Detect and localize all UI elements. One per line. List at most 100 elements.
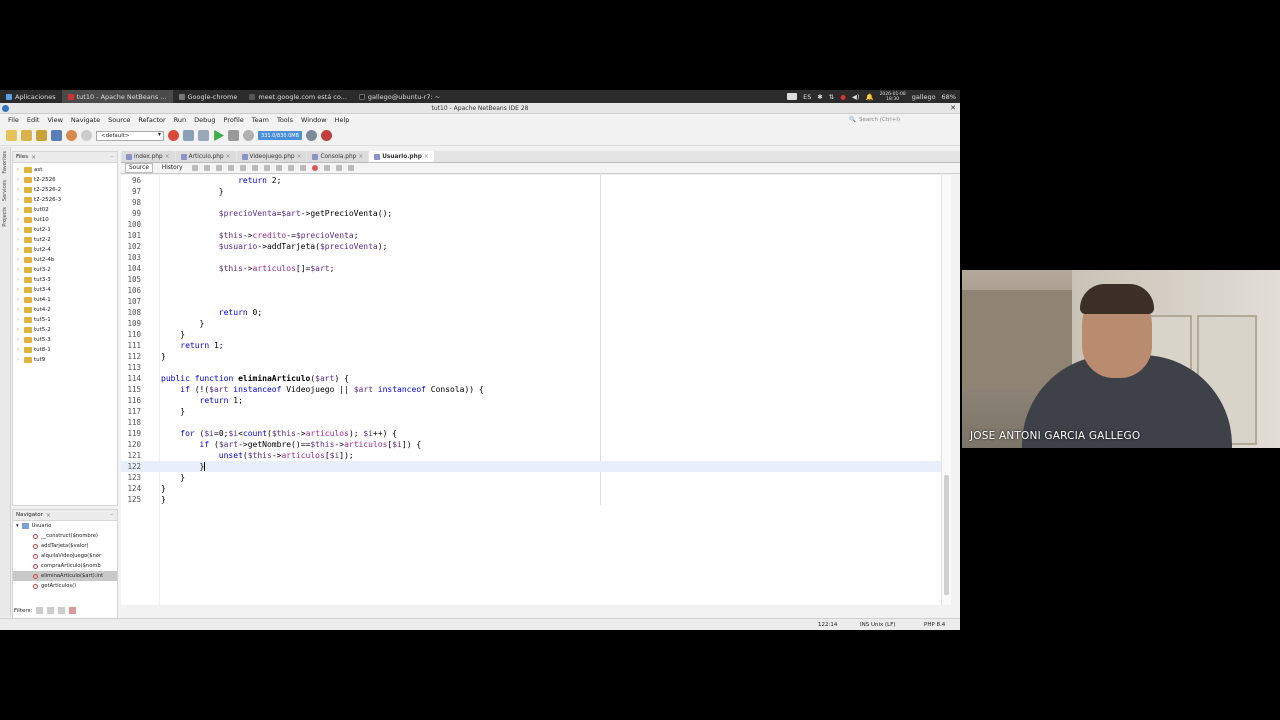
code-area[interactable]: 96 return 2; 97 } 98 99 $precioVenta=$art->… <box>121 175 951 605</box>
file-tree-item[interactable]: › t2-2526-2 <box>13 185 117 195</box>
navigator-member[interactable]: addTarjeta($valor) <box>13 541 117 551</box>
shift-right-icon[interactable] <box>299 165 306 171</box>
code-line[interactable]: 112} <box>121 351 951 362</box>
file-tree-item[interactable]: › tut2-1 <box>13 225 117 235</box>
code-line[interactable]: 104 $this->articulos[]=$art; <box>121 263 951 274</box>
navigator-member[interactable]: getArticulos() <box>13 581 117 591</box>
close-tab-icon[interactable]: × <box>165 154 170 160</box>
code-line[interactable]: 100 <box>121 219 951 230</box>
sidestrip-favorites[interactable]: Favorites <box>2 151 8 174</box>
menu-refactor[interactable]: Refactor <box>134 116 169 124</box>
menu-file[interactable]: File <box>4 116 23 124</box>
shift-left-icon[interactable] <box>287 165 294 171</box>
code-line[interactable]: 120 if ($art->getNombre()==$this->articu… <box>121 439 951 450</box>
file-tree-item[interactable]: › tut2-2 <box>13 235 117 245</box>
new-file-icon[interactable] <box>21 130 32 141</box>
network-icon[interactable]: ⇅ <box>829 93 834 101</box>
stop-macro-icon[interactable] <box>323 165 330 171</box>
source-tab[interactable]: Source <box>125 163 153 173</box>
code-line[interactable]: 118 <box>121 417 951 428</box>
file-tree-item[interactable]: › tut02 <box>13 205 117 215</box>
file-tree-item[interactable]: › tut5-2 <box>13 325 117 335</box>
editor-tab[interactable]: Usuario.php × <box>369 151 434 162</box>
window-close-icon[interactable]: ✕ <box>950 104 956 112</box>
expand-icon[interactable]: › <box>17 287 22 293</box>
expand-icon[interactable]: › <box>17 207 22 213</box>
expand-icon[interactable]: › <box>17 317 22 323</box>
redo-icon[interactable] <box>81 130 92 141</box>
back-icon[interactable] <box>203 165 210 171</box>
navigator-member[interactable]: eliminaArticulo($art):int <box>13 571 117 581</box>
file-tree-item[interactable]: › tut2-4b <box>13 255 117 265</box>
close-tab-icon[interactable]: × <box>358 154 363 160</box>
code-line[interactable]: 125} <box>121 494 951 505</box>
scroll-thumb[interactable] <box>944 475 949 595</box>
navigator-member[interactable]: __construct($nombre) <box>13 531 117 541</box>
menu-debug[interactable]: Debug <box>190 116 219 124</box>
file-tree-item[interactable]: › t2-2526-3 <box>13 195 117 205</box>
filter-inherited-icon[interactable] <box>69 607 77 614</box>
files-panel-title[interactable]: Files <box>16 154 28 160</box>
file-tree-item[interactable]: › tut10 <box>13 215 117 225</box>
code-line[interactable]: 97 } <box>121 186 951 197</box>
new-project-icon[interactable] <box>6 130 17 141</box>
volume-icon[interactable]: ◀) <box>852 93 860 101</box>
expand-icon[interactable]: › <box>17 217 22 223</box>
notification-icon[interactable]: 🔔 <box>865 93 873 101</box>
menu-window[interactable]: Window <box>297 116 331 124</box>
close-icon[interactable]: × <box>46 512 51 519</box>
php-version[interactable]: PHP 8.4 <box>924 622 945 628</box>
expand-icon[interactable]: › <box>17 277 22 283</box>
taskbar-chrome[interactable]: Google-chrome <box>173 90 244 103</box>
run-icon[interactable] <box>214 130 224 141</box>
file-tree-item[interactable]: › tut5-1 <box>13 315 117 325</box>
apps-menu-button[interactable]: Aplicaciones <box>0 90 62 103</box>
close-tab-icon[interactable]: × <box>226 154 231 160</box>
expand-icon[interactable]: › <box>17 347 22 353</box>
save-all-icon[interactable] <box>51 130 62 141</box>
clock[interactable]: 2026-01-08 18:30 <box>880 92 906 102</box>
clean-build-icon[interactable] <box>198 130 209 141</box>
file-tree-item[interactable]: › tut3-4 <box>13 285 117 295</box>
expand-icon[interactable]: › <box>17 257 22 263</box>
uncomment-icon[interactable] <box>347 165 354 171</box>
file-tree-item[interactable]: › ast <box>13 165 117 175</box>
code-line[interactable]: 122 } <box>121 461 951 472</box>
open-project-icon[interactable] <box>36 130 47 141</box>
filter-fields-icon[interactable] <box>36 607 44 614</box>
expand-icon[interactable]: › <box>17 297 22 303</box>
profile-icon[interactable] <box>243 130 254 141</box>
code-line[interactable]: 107 <box>121 296 951 307</box>
menu-help[interactable]: Help <box>331 116 354 124</box>
code-line[interactable]: 119 for ($i=0;$i<count($this->articulos)… <box>121 428 951 439</box>
code-line[interactable]: 117 } <box>121 406 951 417</box>
expand-icon[interactable]: › <box>17 267 22 273</box>
record-icon[interactable]: ● <box>840 93 846 101</box>
insert-mode[interactable]: INS Unix (LF) <box>860 622 896 628</box>
taskbar-meet[interactable]: meet.google.com está co... <box>243 90 353 103</box>
code-line[interactable]: 115 if (!($art instanceof Videojuego || … <box>121 384 951 395</box>
expand-icon[interactable]: › <box>17 167 22 173</box>
expand-icon[interactable]: › <box>17 247 22 253</box>
caret-position[interactable]: 122:14 <box>818 622 837 628</box>
expand-icon[interactable]: › <box>17 327 22 333</box>
menu-navigate[interactable]: Navigate <box>67 116 104 124</box>
code-line[interactable]: 113 <box>121 362 951 373</box>
bookmark-icon[interactable] <box>275 165 282 171</box>
navigator-member[interactable]: compraArticulo($nomb <box>13 561 117 571</box>
record-macro-icon[interactable] <box>311 165 318 171</box>
file-tree-item[interactable]: › tut9 <box>13 355 117 365</box>
bluetooth-icon[interactable]: ✱ <box>817 93 822 101</box>
comment-icon[interactable] <box>335 165 342 171</box>
user-menu[interactable]: gallego <box>912 93 936 101</box>
code-line[interactable]: 124} <box>121 483 951 494</box>
code-line[interactable]: 106 <box>121 285 951 296</box>
navigator-title[interactable]: Navigator <box>16 512 43 518</box>
navigator-root[interactable]: ▾ Usuario <box>13 521 117 531</box>
sidestrip-projects[interactable]: Projects <box>2 207 8 227</box>
expand-icon[interactable]: › <box>17 237 22 243</box>
menu-team[interactable]: Team <box>248 116 273 124</box>
keyboard-layout[interactable]: ES <box>803 93 811 101</box>
gc-icon[interactable] <box>306 130 317 141</box>
code-line[interactable]: 108 return 0; <box>121 307 951 318</box>
